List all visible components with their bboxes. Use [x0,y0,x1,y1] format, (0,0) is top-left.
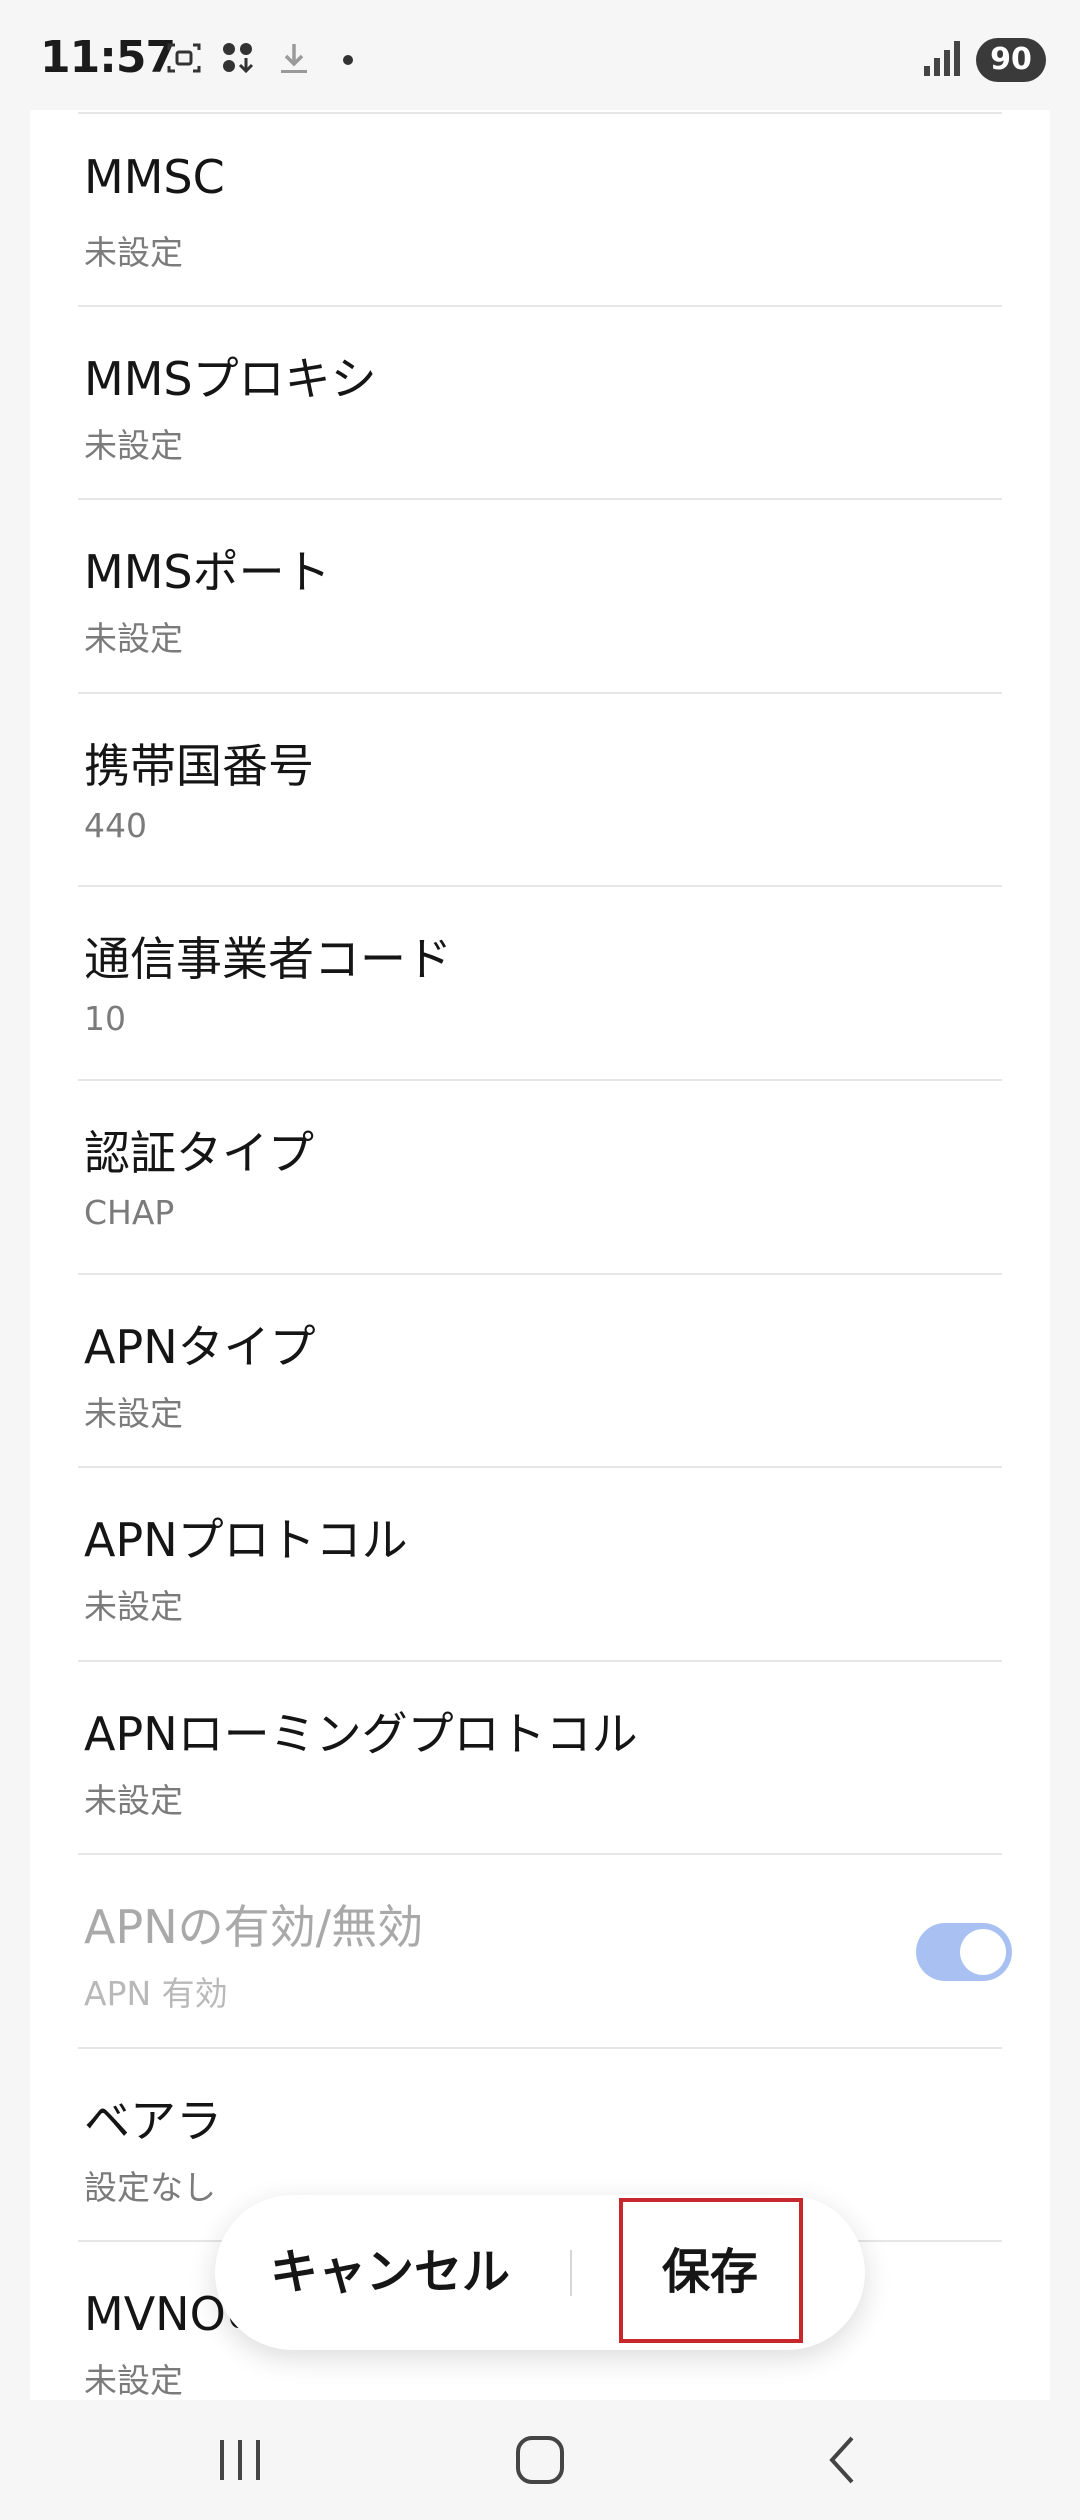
setting-mcc[interactable]: 携帯国番号 440 [78,692,1002,885]
toggle-knob [960,1929,1006,1975]
setting-apn-roaming-protocol[interactable]: APNローミングプロトコル 未設定 [78,1660,1002,1853]
save-highlight-box [619,2198,803,2343]
signal-icon [924,41,960,76]
setting-value: APN 有効 [84,1974,228,2013]
setting-label: APNプロトコル [84,1513,408,1567]
setting-label: APNの有効/無効 [84,1900,424,1954]
back-icon[interactable] [812,2428,876,2492]
battery-indicator: 90 [976,38,1046,82]
action-divider [570,2250,572,2296]
download-icon [281,44,307,73]
setting-label: ベアラ [84,2094,222,2148]
setting-label: 認証タイプ [84,1126,314,1180]
screenshot-icon [167,43,201,73]
apn-settings-card: MMSC 未設定 MMSプロキシ 未設定 MMSポート 未設定 携帯国番号 44… [30,110,1050,2400]
setting-label: 通信事業者コード [84,932,452,986]
status-bar: 11:57 90 [0,0,1080,110]
setting-apn-type[interactable]: APNタイプ 未設定 [78,1273,1002,1466]
navigation-bar [0,2400,1080,2520]
setting-label: MMSポート [84,545,331,599]
setting-value: 10 [84,999,126,1038]
home-icon[interactable] [508,2428,572,2492]
setting-auth-type[interactable]: 認証タイプ CHAP [78,1079,1002,1272]
setting-value: 未設定 [84,233,183,272]
setting-mms-port[interactable]: MMSポート 未設定 [78,498,1002,691]
setting-value: CHAP [84,1193,175,1232]
setting-value: 未設定 [84,619,183,658]
setting-mnc[interactable]: 通信事業者コード 10 [78,885,1002,1078]
setting-value: 440 [84,806,147,845]
setting-mmsc[interactable]: MMSC 未設定 [78,112,1002,305]
recents-icon[interactable] [208,2428,272,2492]
setting-label: MMSC [84,150,225,204]
apn-enable-toggle [916,1923,1012,1981]
setting-label: MMSプロキシ [84,352,377,406]
setting-label: APNローミングプロトコル [84,1707,638,1761]
setting-value: 未設定 [84,426,183,465]
setting-value: 未設定 [84,1587,183,1626]
setting-value: 未設定 [84,1394,183,1433]
setting-apn-protocol[interactable]: APNプロトコル 未設定 [78,1466,1002,1659]
status-time: 11:57 [40,32,176,83]
setting-apn-enable: APNの有効/無効 APN 有効 [78,1853,1012,2046]
setting-value: 未設定 [84,2361,183,2400]
setting-value: 未設定 [84,1781,183,1820]
dot-icon [343,55,353,65]
setting-label: 携帯国番号 [84,739,314,793]
setting-value: 設定なし [84,2168,216,2207]
setting-label: APNタイプ [84,1320,316,1374]
apps-download-icon [223,43,254,74]
setting-mms-proxy[interactable]: MMSプロキシ 未設定 [78,305,1002,498]
cancel-button[interactable]: キャンセル [215,2195,565,2350]
